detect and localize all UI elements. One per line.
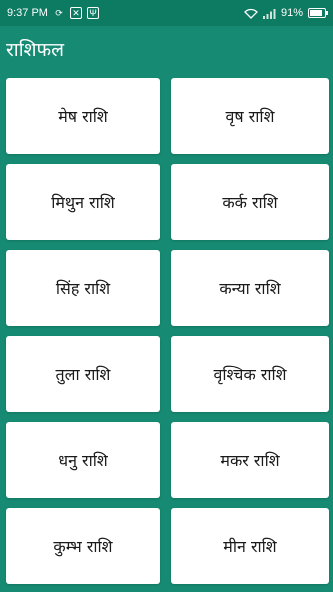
sign-card-label: मेष राशि bbox=[58, 107, 108, 126]
battery-percent: 91% bbox=[280, 7, 303, 19]
wifi-icon bbox=[244, 8, 258, 19]
sync-icon: ⟳ bbox=[55, 7, 63, 18]
sign-card-label: वृष राशि bbox=[225, 107, 275, 126]
app-bar: राशिफल bbox=[0, 26, 333, 72]
sign-card-kanya[interactable]: कन्या राशि bbox=[171, 250, 329, 326]
sign-card-vrishchik[interactable]: वृश्चिक राशि bbox=[171, 336, 329, 412]
status-bar: 9:37 PM ⟳ ✕ Ψ 91% bbox=[0, 0, 333, 26]
status-right: 91% bbox=[244, 7, 328, 19]
sign-card-tula[interactable]: तुला राशि bbox=[6, 336, 160, 412]
sign-card-label: तुला राशि bbox=[55, 365, 111, 384]
status-time: 9:37 PM bbox=[7, 7, 48, 19]
sign-card-dhanu[interactable]: धनु राशि bbox=[6, 422, 160, 498]
sign-card-vrish[interactable]: वृष राशि bbox=[171, 78, 329, 154]
sign-card-label: मिथुन राशि bbox=[51, 193, 115, 212]
battery-fill bbox=[310, 10, 322, 16]
notification-icon: ✕ bbox=[69, 7, 82, 19]
sign-card-singh[interactable]: सिंह राशि bbox=[6, 250, 160, 326]
zodiac-grid: मेष राशि वृष राशि मिथुन राशि कर्क राशि स… bbox=[0, 72, 333, 584]
status-left: 9:37 PM ⟳ ✕ Ψ bbox=[7, 7, 99, 19]
sign-card-mesh[interactable]: मेष राशि bbox=[6, 78, 160, 154]
app-title: राशिफल bbox=[6, 39, 65, 61]
screen: 9:37 PM ⟳ ✕ Ψ 91% राशिफल मेष राशि वृष रा… bbox=[0, 0, 333, 592]
sign-card-kark[interactable]: कर्क राशि bbox=[171, 164, 329, 240]
signal-icon bbox=[262, 8, 276, 19]
sign-card-label: कुम्भ राशि bbox=[53, 537, 113, 556]
sign-card-label: मकर राशि bbox=[220, 451, 280, 470]
sign-card-label: कन्या राशि bbox=[219, 279, 281, 298]
sign-card-mithun[interactable]: मिथुन राशि bbox=[6, 164, 160, 240]
sign-card-label: धनु राशि bbox=[58, 451, 108, 470]
sign-card-meen[interactable]: मीन राशि bbox=[171, 508, 329, 584]
sign-card-label: वृश्चिक राशि bbox=[213, 365, 287, 384]
sign-card-label: मीन राशि bbox=[223, 537, 277, 556]
sign-card-label: कर्क राशि bbox=[222, 193, 278, 212]
usb-icon: Ψ bbox=[86, 7, 99, 19]
sign-card-kumbh[interactable]: कुम्भ राशि bbox=[6, 508, 160, 584]
sign-card-makar[interactable]: मकर राशि bbox=[171, 422, 329, 498]
sign-card-label: सिंह राशि bbox=[55, 279, 111, 298]
battery-icon bbox=[308, 8, 328, 18]
